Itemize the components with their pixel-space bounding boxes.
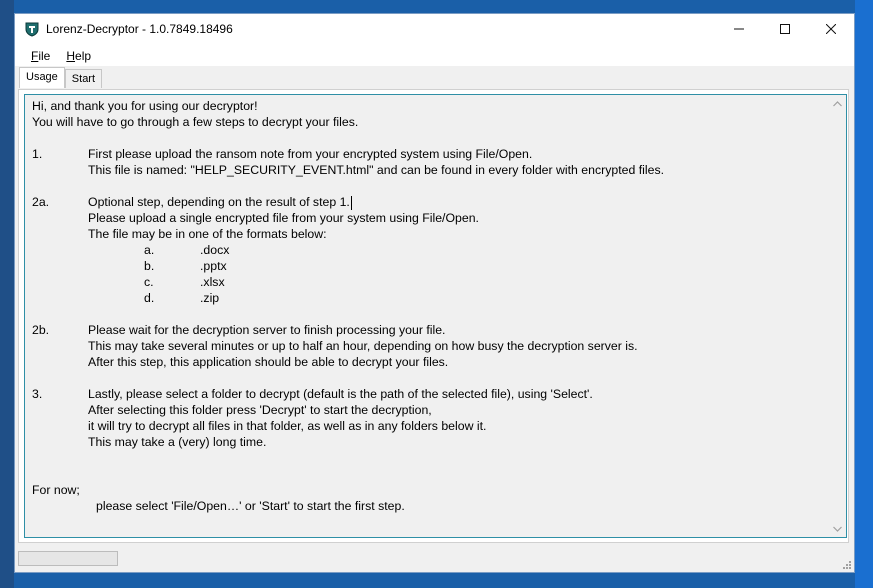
minimize-icon [734, 28, 744, 30]
step-1-number: 1. [32, 147, 43, 161]
menu-file-label: ile [38, 49, 51, 63]
menu-bar: File Help [15, 44, 854, 66]
step-1-line-1: First please upload the ransom note from… [88, 147, 533, 161]
step-3-line-4: This may take a (very) long time. [88, 435, 267, 449]
tab-strip: Usage Start [15, 66, 854, 88]
scroll-up-icon[interactable] [829, 95, 846, 112]
format-extension: .pptx [200, 259, 227, 273]
step-2b-number: 2b. [32, 323, 50, 337]
text-caret [350, 195, 352, 210]
menu-help-label: elp [75, 49, 92, 63]
usage-tab-panel: Hi, and thank you for using our decrypto… [18, 89, 849, 543]
final-instruction: please select 'File/Open…' or 'Start' to… [96, 499, 405, 513]
menu-file[interactable]: File [23, 49, 58, 63]
desktop-background-left [0, 0, 14, 588]
format-letter: a. [144, 243, 155, 257]
format-extension: .docx [200, 243, 230, 257]
window-title: Lorenz-Decryptor - 1.0.7849.18496 [46, 22, 233, 36]
title-bar[interactable]: Lorenz-Decryptor - 1.0.7849.18496 [15, 14, 854, 44]
maximize-button[interactable] [762, 14, 808, 44]
step-3-number: 3. [32, 387, 43, 401]
step-2b-line-2: This may take several minutes or up to h… [88, 339, 638, 353]
status-bar [15, 547, 854, 572]
step-2a-line-3: The file may be in one of the formats be… [88, 227, 327, 241]
size-grip-icon[interactable] [841, 559, 851, 569]
minimize-button[interactable] [716, 14, 762, 44]
step-3-line-1: Lastly, please select a folder to decryp… [88, 387, 593, 401]
format-extension: .zip [200, 291, 220, 305]
menu-help[interactable]: Help [58, 49, 99, 63]
step-2a-line-1: Optional step, depending on the result o… [88, 195, 350, 209]
step-2b-line-1: Please wait for the decryption server to… [88, 323, 446, 337]
maximize-icon [780, 24, 790, 34]
format-extension: .xlsx [200, 275, 225, 289]
step-3-line-3: it will try to decrypt all files in that… [88, 419, 487, 433]
step-2a-number: 2a. [32, 195, 50, 209]
menu-help-accel: H [66, 49, 76, 63]
scroll-down-icon[interactable] [829, 520, 846, 537]
close-icon [826, 24, 836, 34]
step-2b-line-3: After this step, this application should… [88, 355, 449, 369]
step-3-line-2: After selecting this folder press 'Decry… [88, 403, 432, 417]
tab-usage[interactable]: Usage [19, 67, 65, 88]
intro-line-1: Hi, and thank you for using our decrypto… [32, 99, 258, 113]
step-2a-line-2: Please upload a single encrypted file fr… [88, 211, 479, 225]
tab-start[interactable]: Start [64, 69, 103, 88]
lorenz-shield-icon [25, 22, 39, 37]
desktop-background-right [855, 0, 873, 588]
format-letter: c. [144, 275, 154, 289]
intro-line-2: You will have to go through a few steps … [32, 115, 359, 129]
close-button[interactable] [808, 14, 854, 44]
format-letter: d. [144, 291, 155, 305]
step-1-line-2: This file is named: "HELP_SECURITY_EVENT… [88, 163, 665, 177]
window-controls [716, 14, 854, 44]
vertical-scrollbar[interactable] [829, 95, 846, 537]
usage-instructions-textbox[interactable]: Hi, and thank you for using our decrypto… [24, 94, 847, 538]
format-letter: b. [144, 259, 155, 273]
app-window: Lorenz-Decryptor - 1.0.7849.18496 File H… [14, 13, 855, 573]
for-now-label: For now; [32, 483, 80, 497]
usage-instructions-text: Hi, and thank you for using our decrypto… [32, 98, 826, 514]
progress-bar [18, 551, 118, 566]
